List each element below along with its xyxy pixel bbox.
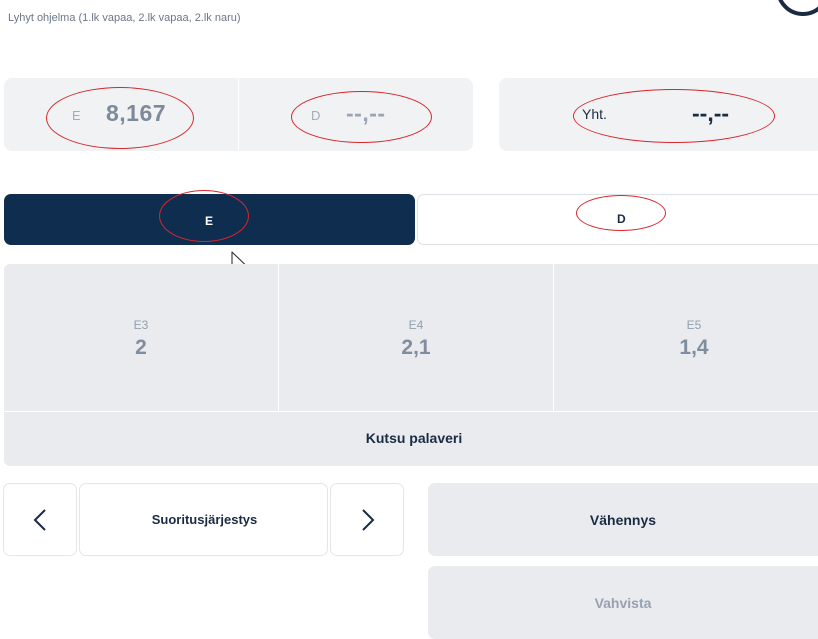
total-score-label: Yht. (582, 106, 607, 122)
chevron-left-icon (33, 509, 46, 531)
page-subtitle: Lyhyt ohjelma (1.lk vapaa, 2.lk vapaa, 2… (8, 12, 241, 24)
avatar[interactable] (776, 0, 818, 16)
order-label: Suoritusjärjestys (151, 512, 258, 527)
chevron-right-icon (362, 509, 375, 531)
call-meeting-label: Kutsu palaveri (365, 430, 463, 446)
d-score-value: --,-- (346, 100, 386, 126)
order-button[interactable]: Suoritusjärjestys (79, 483, 328, 556)
element-cell-e3[interactable]: E3 2 (4, 264, 278, 411)
confirm-label: Vahvista (594, 595, 652, 611)
element-label: E5 (686, 318, 702, 332)
score-card-total (499, 78, 818, 151)
element-value: 2,1 (401, 336, 431, 359)
deduction-button[interactable]: Vähennys (428, 483, 818, 556)
total-score-value: --,-- (692, 100, 730, 126)
element-value: 1,4 (679, 336, 709, 359)
call-meeting-button[interactable]: Kutsu palaveri (4, 412, 818, 466)
next-button[interactable] (330, 483, 404, 556)
element-cell-e4[interactable]: E4 2,1 (279, 264, 553, 411)
deduction-label: Vähennys (589, 512, 657, 528)
element-value: 2 (135, 336, 147, 359)
element-label: E4 (408, 318, 424, 332)
score-divider (238, 78, 239, 151)
tab-d-label: D (617, 212, 626, 226)
e-score-label: E (72, 108, 81, 123)
tab-e-label: E (205, 214, 214, 228)
d-score-label: D (311, 108, 321, 123)
prev-button[interactable] (3, 483, 77, 556)
element-cell-e5[interactable]: E5 1,4 (554, 264, 818, 411)
element-label: E3 (133, 318, 149, 332)
e-score-value: 8,167 (106, 100, 167, 126)
confirm-button[interactable]: Vahvista (428, 566, 818, 639)
